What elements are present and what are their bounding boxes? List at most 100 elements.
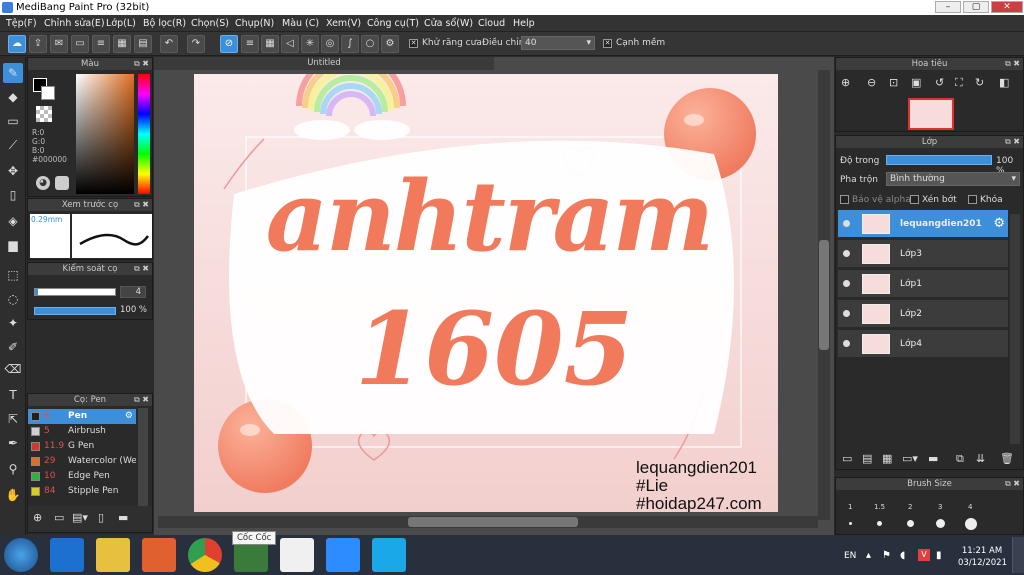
vertical-scroll-thumb[interactable] bbox=[819, 240, 829, 350]
antialias-checkbox[interactable]: ✕ bbox=[409, 39, 418, 48]
share-icon[interactable]: ⇪ bbox=[29, 35, 47, 53]
menu-snap[interactable]: Chụp(N) bbox=[235, 15, 274, 32]
layer-item[interactable]: Lớp4 bbox=[838, 330, 1008, 358]
text-tool-icon[interactable]: T bbox=[3, 385, 23, 405]
menu-help[interactable]: Help bbox=[513, 15, 535, 32]
new-brush-icon[interactable]: ▭ bbox=[54, 511, 64, 524]
brush-row[interactable]: 84 Stipple Pen bbox=[28, 484, 136, 499]
new-file-icon[interactable]: ▭ bbox=[71, 35, 89, 53]
protect-alpha-checkbox[interactable] bbox=[840, 195, 849, 204]
size-value[interactable]: 4 bbox=[120, 286, 146, 298]
start-button[interactable] bbox=[4, 538, 38, 572]
picasa-icon[interactable] bbox=[280, 538, 314, 572]
palette-icon[interactable]: ◕ bbox=[36, 176, 50, 190]
circle-snap-icon[interactable]: ◎ bbox=[321, 35, 339, 53]
tray-arrow-icon[interactable]: ▴ bbox=[866, 550, 871, 561]
menu-window[interactable]: Cửa sổ(W) bbox=[424, 15, 473, 32]
operation-tool-icon[interactable]: ⇱ bbox=[3, 409, 23, 429]
select-pen-icon[interactable]: ✐ bbox=[3, 337, 23, 357]
brush-row[interactable]: 4 Pen ⚙ bbox=[28, 409, 136, 424]
eye-icon[interactable] bbox=[843, 280, 850, 287]
chat-icon[interactable]: ✉ bbox=[50, 35, 68, 53]
select-eraser-icon[interactable]: ⌫ bbox=[3, 359, 23, 379]
zoom-in-icon[interactable]: ⊕ bbox=[841, 76, 850, 89]
radial-snap-icon[interactable]: ✳ bbox=[301, 35, 319, 53]
brush-props-icon[interactable]: ▯ bbox=[98, 511, 104, 524]
swap-icon[interactable] bbox=[55, 176, 69, 190]
brush-row[interactable]: 5 Airbrush bbox=[28, 424, 136, 439]
menu-layer[interactable]: Lớp(L) bbox=[106, 15, 136, 32]
navigator-thumbnail[interactable] bbox=[908, 98, 954, 130]
eye-icon[interactable] bbox=[843, 310, 850, 317]
explorer-icon[interactable] bbox=[96, 538, 130, 572]
brush-size-option[interactable]: 1 bbox=[848, 503, 852, 511]
folder-icon[interactable]: ▬ bbox=[118, 511, 128, 524]
clock[interactable]: 11:21 AM 03/12/2021 bbox=[958, 545, 1007, 569]
transparent-color[interactable] bbox=[36, 106, 52, 122]
soft-edge-checkbox[interactable]: ✕ bbox=[603, 39, 612, 48]
actual-size-icon[interactable]: ▣ bbox=[911, 76, 921, 89]
folder-icon[interactable]: ▬ bbox=[928, 452, 938, 465]
gear-icon[interactable]: ⚙ bbox=[125, 409, 133, 424]
zoom-out-icon[interactable]: ⊖ bbox=[867, 76, 876, 89]
lock-checkbox[interactable] bbox=[968, 195, 977, 204]
trash-icon[interactable]: 🗑 bbox=[1000, 452, 1014, 465]
eye-icon[interactable] bbox=[843, 220, 850, 227]
adjust-select[interactable]: 40 ▾ bbox=[521, 36, 595, 50]
brush-size-option[interactable]: 3 bbox=[938, 503, 942, 511]
undo-icon[interactable]: ↶ bbox=[160, 35, 178, 53]
brush-row[interactable]: 11.9 G Pen bbox=[28, 439, 136, 454]
background-color[interactable] bbox=[41, 86, 55, 100]
document-icon[interactable]: ≡ bbox=[92, 35, 110, 53]
horizontal-scrollbar[interactable] bbox=[158, 516, 818, 528]
move-tool-icon[interactable]: ✥ bbox=[3, 161, 23, 181]
lasso-tool-icon[interactable]: ◌ bbox=[3, 289, 23, 309]
eraser-tool-icon[interactable]: ◆ bbox=[3, 87, 23, 107]
brush-list-scrollbar[interactable] bbox=[138, 408, 148, 508]
add-layer-menu-icon[interactable]: ▭▾ bbox=[902, 452, 918, 465]
blend-select[interactable]: Bình thường ▾ bbox=[886, 172, 1020, 186]
rect-tool-icon[interactable]: ▭ bbox=[3, 111, 23, 131]
menu-edit[interactable]: Chỉnh sửa(E) bbox=[44, 15, 105, 32]
brush-size-option[interactable]: 2 bbox=[908, 503, 912, 511]
new-layer-icon[interactable]: ▭ bbox=[842, 452, 852, 465]
language-indicator[interactable]: EN bbox=[844, 551, 856, 561]
eye-icon[interactable] bbox=[843, 340, 850, 347]
layer-scrollbar[interactable] bbox=[1010, 214, 1020, 444]
line-tool-icon[interactable]: ⟋ bbox=[3, 135, 23, 155]
skype-icon[interactable] bbox=[372, 538, 406, 572]
new-8bit-layer-icon[interactable]: ▦ bbox=[882, 452, 892, 465]
vanish-snap-icon[interactable]: ◁ bbox=[281, 35, 299, 53]
maximize-button[interactable]: ▢ bbox=[963, 1, 989, 13]
brush-row[interactable]: 10 Edge Pen bbox=[28, 469, 136, 484]
ie-icon[interactable] bbox=[50, 538, 84, 572]
rotate-right-icon[interactable]: ↻ bbox=[975, 76, 984, 89]
snap-settings-icon[interactable]: ⚙ bbox=[381, 35, 399, 53]
add-brush-icon[interactable]: ⊕ bbox=[33, 511, 42, 524]
new-halftone-layer-icon[interactable]: ▤ bbox=[862, 452, 872, 465]
menu-select[interactable]: Chọn(S) bbox=[191, 15, 229, 32]
eyedropper-icon[interactable]: ✒ bbox=[3, 433, 23, 453]
flip-icon[interactable]: ◧ bbox=[999, 76, 1009, 89]
duplicate-layer-icon[interactable]: ⧉ bbox=[956, 452, 964, 466]
clipping-checkbox[interactable] bbox=[910, 195, 919, 204]
eye-icon[interactable] bbox=[843, 250, 850, 257]
grid-icon[interactable]: ▤ bbox=[134, 35, 152, 53]
fullscreen-icon[interactable]: ⛶ bbox=[955, 76, 963, 90]
layer-opacity-slider[interactable] bbox=[886, 155, 992, 165]
zoom-icon[interactable] bbox=[326, 538, 360, 572]
bucket-tool-icon[interactable]: ◈ bbox=[3, 211, 23, 231]
saturation-square[interactable] bbox=[76, 74, 134, 194]
cloud-icon[interactable]: ☁ bbox=[8, 35, 26, 53]
magic-wand-icon[interactable]: ✦ bbox=[3, 313, 23, 333]
layer-item[interactable]: lequangdien201 ⚙ bbox=[838, 210, 1008, 238]
brush-tool-icon[interactable]: ✎ bbox=[3, 63, 23, 83]
document-tab[interactable]: Untitled bbox=[154, 57, 494, 70]
brush-row[interactable]: 29 Watercolor (Wet bbox=[28, 454, 136, 469]
menu-filter[interactable]: Bộ lọc(R) bbox=[143, 15, 186, 32]
select-tool-icon[interactable]: ⬚ bbox=[3, 265, 23, 285]
brush-size-option[interactable]: 4 bbox=[968, 503, 972, 511]
opacity-slider[interactable] bbox=[34, 307, 116, 315]
parallel-snap-icon[interactable]: ≡ bbox=[241, 35, 259, 53]
eyedropper-icon-2[interactable]: ⚲ bbox=[3, 459, 23, 479]
